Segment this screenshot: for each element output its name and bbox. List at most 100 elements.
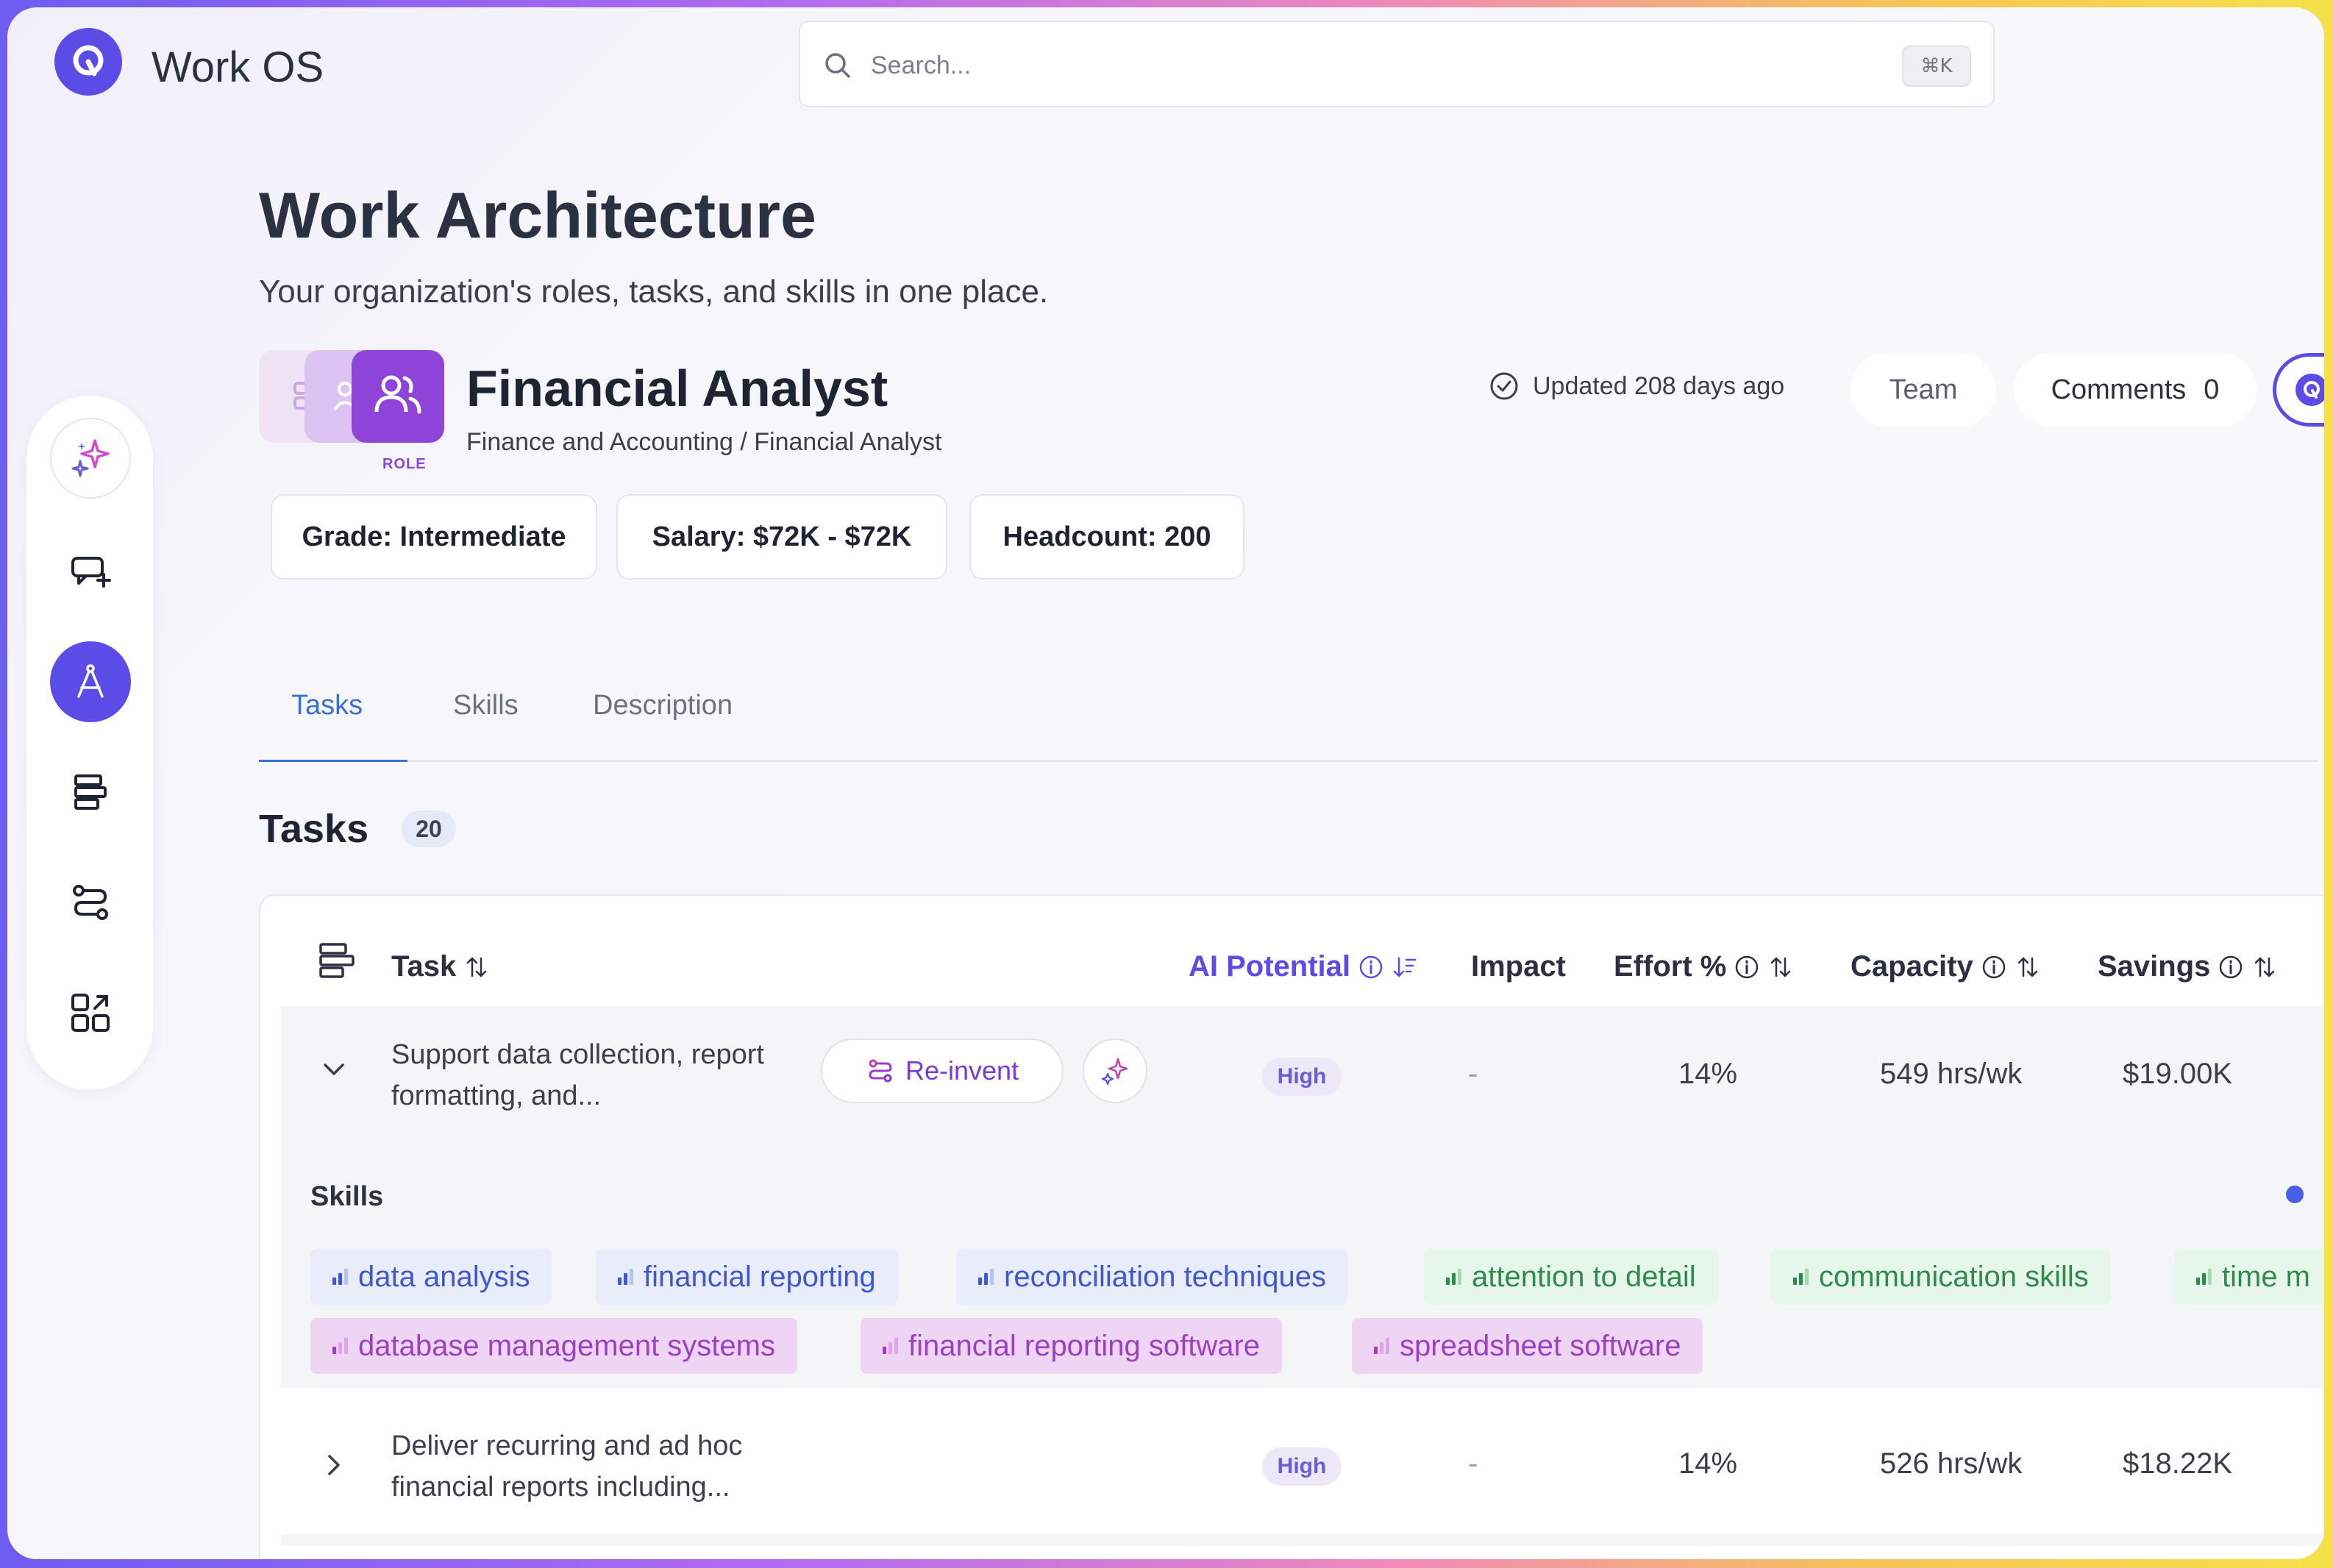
role-icon-stack: ROLE (259, 346, 450, 472)
sparkles-icon[interactable] (50, 418, 131, 499)
table-row[interactable]: Support data collection, report formatti… (281, 1006, 2324, 1389)
tab-tasks[interactable]: Tasks (291, 690, 363, 721)
skill-name: spreadsheet software (1400, 1329, 1681, 1362)
tasks-table: Task AI Potential Impact Effort % Capaci… (259, 894, 2324, 1559)
capacity-value: 526 hrs/wk (1880, 1447, 2023, 1480)
info-icon[interactable] (1734, 954, 1760, 980)
apps-grid-icon[interactable] (50, 972, 131, 1053)
ai-sparkles-button[interactable] (1083, 1038, 1147, 1103)
comments-label: Comments (2051, 374, 2187, 405)
stack-icon[interactable] (316, 940, 357, 981)
info-icon[interactable] (1358, 954, 1384, 980)
reinvent-label: Re-invent (905, 1055, 1019, 1086)
comments-button[interactable]: Comments 0 (2014, 353, 2257, 427)
column-label-task: Task (391, 950, 457, 983)
sort-icon[interactable] (2251, 954, 2278, 980)
column-label-capacity: Capacity (1851, 950, 1973, 983)
ai-potential-badge: High (1262, 1447, 1342, 1486)
column-header-savings[interactable]: Savings (2098, 950, 2278, 983)
workos-logo-icon[interactable] (54, 28, 122, 96)
role-tag: ROLE (382, 456, 427, 472)
role-name: Financial Analyst (466, 360, 888, 417)
search-input[interactable]: Search... ⌘K (799, 21, 1995, 107)
table-row[interactable]: Deliver recurring and ad hoc financial r… (281, 1389, 2324, 1536)
chevron-right-icon[interactable] (318, 1449, 350, 1481)
salary-chip: Salary: $72K - $72K (616, 494, 947, 580)
level-bars-icon (1793, 1269, 1809, 1285)
column-header-effort[interactable]: Effort % (1614, 950, 1794, 983)
savings-value: $18.22K (2123, 1447, 2233, 1480)
updated-status: Updated 208 days ago (1489, 371, 1784, 402)
info-icon[interactable] (2218, 954, 2244, 980)
skill-tag[interactable]: database management systems (310, 1318, 797, 1374)
flow-icon (869, 1059, 892, 1083)
skill-name: communication skills (1819, 1260, 2089, 1293)
skill-name: data analysis (358, 1260, 530, 1293)
level-bars-icon (1446, 1269, 1461, 1285)
chevron-down-icon[interactable] (318, 1053, 350, 1086)
tab-description[interactable]: Description (593, 690, 733, 721)
compass-icon[interactable] (50, 641, 131, 722)
active-tab-indicator (259, 760, 407, 762)
comments-count: 0 (2204, 374, 2220, 405)
updated-text: Updated 208 days ago (1533, 371, 1785, 400)
search-icon (825, 53, 850, 78)
column-header-task[interactable]: Task (391, 950, 490, 983)
page-title: Work Architecture (259, 179, 816, 252)
tab-skills[interactable]: Skills (453, 690, 519, 721)
row-divider (281, 1534, 2324, 1546)
side-rail (26, 396, 153, 1090)
column-header-capacity[interactable]: Capacity (1851, 950, 2041, 983)
column-label-savings: Savings (2098, 950, 2211, 983)
skills-label: Skills (310, 1181, 384, 1212)
users-icon (352, 350, 444, 443)
skill-tag[interactable]: attention to detail (1424, 1249, 1718, 1305)
sort-icon[interactable] (2015, 954, 2041, 980)
sparkles-icon (1101, 1058, 1128, 1086)
sort-icon[interactable] (463, 954, 490, 980)
level-bars-icon (978, 1269, 994, 1285)
page-subtitle: Your organization's roles, tasks, and sk… (259, 274, 1049, 310)
skill-name: attention to detail (1472, 1260, 1696, 1293)
effort-value: 14% (1678, 1058, 1738, 1090)
capacity-value: 549 hrs/wk (1880, 1058, 2023, 1090)
stack-icon[interactable] (50, 752, 131, 833)
ai-assistant-button[interactable] (2273, 353, 2324, 427)
skill-name: reconciliation techniques (1004, 1260, 1327, 1293)
tab-bar: Tasks Skills Description (259, 669, 2318, 762)
top-bar: Work OS Search... ⌘K (7, 7, 2324, 125)
skill-tag[interactable]: financial reporting (596, 1249, 898, 1305)
chat-plus-icon[interactable] (50, 531, 131, 612)
skill-tag[interactable]: spreadsheet software (1352, 1318, 1703, 1374)
breadcrumb[interactable]: Finance and Accounting / Financial Analy… (466, 428, 941, 457)
effort-value: 14% (1678, 1447, 1738, 1480)
level-bars-icon (2196, 1269, 2212, 1285)
grade-chip: Grade: Intermediate (271, 494, 597, 580)
task-name[interactable]: Deliver recurring and ad hoc financial r… (391, 1425, 803, 1508)
headcount-chip: Headcount: 200 (969, 494, 1244, 580)
tasks-heading: Tasks (259, 807, 369, 851)
search-placeholder: Search... (871, 51, 972, 79)
skill-name: database management systems (358, 1329, 775, 1362)
task-name[interactable]: Support data collection, report formatti… (391, 1034, 803, 1116)
reinvent-button[interactable]: Re-invent (821, 1038, 1064, 1103)
level-bars-icon (332, 1338, 348, 1354)
skill-tag[interactable]: reconciliation techniques (956, 1249, 1349, 1305)
skill-tag[interactable]: communication skills (1771, 1249, 2111, 1305)
team-button[interactable]: Team (1851, 353, 1996, 427)
sort-desc-icon[interactable] (1392, 954, 1418, 980)
flow-icon[interactable] (50, 862, 131, 943)
assistant-logo-icon (2295, 374, 2324, 406)
impact-value: - (1468, 1058, 1478, 1090)
column-header-impact[interactable]: Impact (1471, 950, 1566, 983)
skill-tag[interactable]: time m (2174, 1249, 2324, 1305)
skill-tag[interactable]: data analysis (310, 1249, 552, 1305)
tasks-count-badge: 20 (402, 810, 456, 847)
skill-name: financial reporting software (908, 1329, 1261, 1362)
column-header-ai-potential[interactable]: AI Potential (1189, 950, 1418, 983)
savings-value: $19.00K (2123, 1058, 2233, 1090)
sort-icon[interactable] (1767, 954, 1794, 980)
skill-tag[interactable]: financial reporting software (861, 1318, 1283, 1374)
level-bars-icon (332, 1269, 348, 1285)
info-icon[interactable] (1981, 954, 2007, 980)
